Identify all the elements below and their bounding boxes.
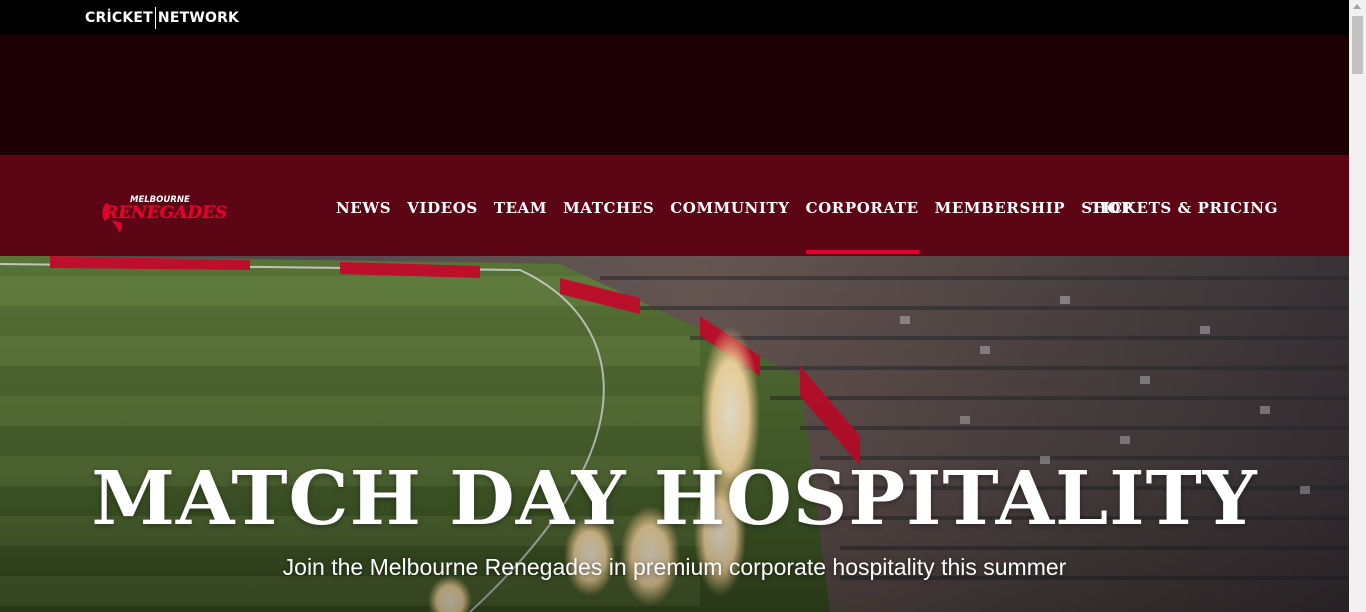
vertical-scrollbar[interactable] [1349,0,1366,612]
nav-item-team[interactable]: TEAM [494,199,547,217]
hero-title: MATCH DAY HOSPITALITY [91,456,1258,542]
nav-item-news[interactable]: NEWS [336,199,391,217]
scroll-up-arrow-icon[interactable] [1353,4,1361,9]
cricket-network-bar: CRİCKET NETWORK [0,0,1349,35]
hero-subtitle: Join the Melbourne Renegades in premium … [282,554,1067,580]
tickets-pricing-link[interactable]: TICKETS & PRICING [1091,199,1278,217]
logo-divider [154,7,156,29]
nav-item-videos[interactable]: VIDEOS [407,199,478,217]
brand-line2: RENEGADES [103,203,227,223]
cricket-network-logo-right: NETWORK [157,10,240,26]
ad-banner-area [0,35,1349,155]
cricket-network-logo[interactable]: CRİCKET NETWORK [85,7,240,29]
hero-banner: MATCH DAY HOSPITALITY Join the Melbourne… [0,256,1349,612]
renegades-logo[interactable]: MELBOURNE RENEGADES [100,193,232,235]
nav-item-corporate[interactable]: CORPORATE [805,199,919,254]
nav-item-community[interactable]: COMMUNITY [670,199,789,217]
page: CRİCKET NETWORK MELBOURNE RENEGADES NEWS… [0,0,1349,612]
nav-item-membership[interactable]: MEMBERSHIP [935,199,1066,217]
nav-item-matches[interactable]: MATCHES [563,199,654,217]
scrollbar-thumb[interactable] [1352,16,1363,74]
nav-links: NEWS VIDEOS TEAM MATCHES COMMUNITY CORPO… [336,199,1133,254]
cricket-network-logo-left: CRİCKET [85,10,153,26]
main-navigation: MELBOURNE RENEGADES NEWS VIDEOS TEAM MAT… [0,155,1349,256]
